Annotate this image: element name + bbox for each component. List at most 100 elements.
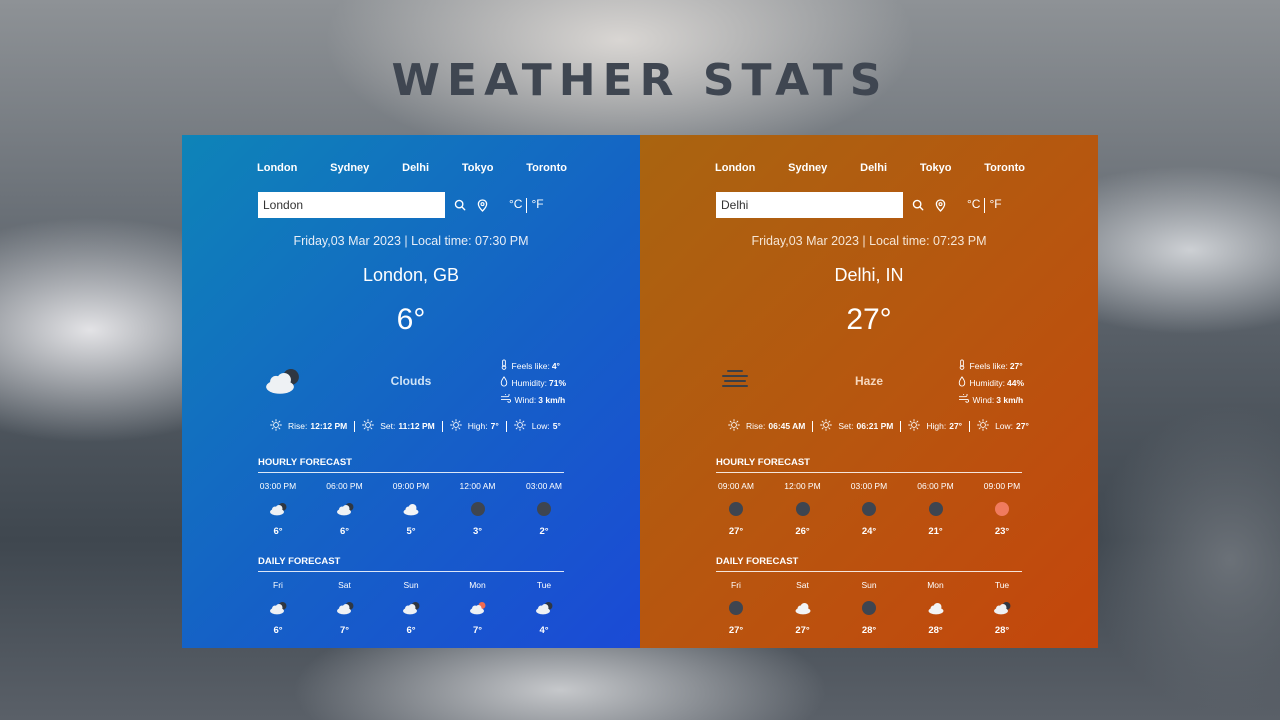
hourly-temp: 21° [928, 526, 943, 537]
location-pin-icon[interactable] [475, 198, 489, 212]
divider [441, 420, 443, 432]
low-item: Low: 5° [513, 419, 561, 433]
unit-toggle: °C °F [967, 197, 1002, 213]
city-link-sydney[interactable]: Sydney [788, 162, 827, 174]
daily-day: Fri [273, 580, 283, 590]
humidity-label: Humidity: [969, 377, 1005, 388]
hourly-forecast-title: HOURLY FORECAST [258, 457, 564, 473]
low-item: Low: 27° [977, 419, 1029, 433]
condition-label: Clouds [390, 374, 432, 388]
droplet-icon [958, 376, 970, 389]
low-temp-icon [513, 419, 532, 433]
city-link-toronto[interactable]: Toronto [526, 162, 567, 174]
date-time: Friday,03 Mar 2023 | Local time: 07:30 P… [293, 234, 529, 248]
set-label: Set: [380, 421, 396, 431]
high-value: 27° [949, 421, 963, 431]
daily-forecast-item: Fri 6° [258, 580, 298, 636]
rise-item: Rise: 06:45 AM [728, 419, 805, 433]
set-item: Set: 06:21 PM [820, 419, 893, 433]
location-name: London, GB [362, 265, 460, 285]
cloud-moon-icon [325, 596, 365, 620]
fahrenheit-button[interactable]: °F [989, 197, 1001, 211]
feels-like-value: 27° [1009, 360, 1023, 371]
dark-circle-icon [916, 497, 956, 521]
sun-and-range-row: Rise: 12:12 PM Set: 11:12 PM High: 7° Low: 5° [270, 419, 561, 433]
search-row: °C °F [258, 192, 544, 218]
high-item: High: 27° [908, 419, 962, 433]
cloud-moon-icon [258, 497, 298, 521]
high-label: High: [467, 421, 488, 431]
cloud-icon [783, 596, 823, 620]
hourly-temp: 2° [539, 526, 549, 537]
daily-forecast-item: Sun 6° [391, 580, 431, 636]
celsius-button[interactable]: °C [509, 197, 522, 211]
search-icon[interactable] [453, 198, 467, 212]
hourly-forecast-item: 12:00 AM 3° [458, 481, 498, 537]
dark-circle-icon [849, 497, 889, 521]
daily-day: Fri [731, 580, 741, 590]
hourly-temp: 24° [861, 526, 877, 537]
daily-temp: 4° [539, 625, 549, 636]
celsius-button[interactable]: °C [967, 197, 980, 211]
high-item: High: 7° [449, 419, 499, 433]
current-temperature: 27° [846, 303, 892, 336]
daily-forecast-item: Sat 7° [325, 580, 365, 636]
city-link-delhi[interactable]: Delhi [402, 162, 429, 174]
daily-forecast-title: DAILY FORECAST [716, 556, 1022, 572]
hourly-temp: 6° [339, 526, 350, 537]
hourly-time: 06:00 PM [917, 481, 954, 491]
city-link-tokyo[interactable]: Tokyo [462, 162, 494, 174]
date-time: Friday,03 Mar 2023 | Local time: 07:23 P… [751, 234, 987, 248]
weather-panel-orange: London Sydney Delhi Tokyo Toronto °C °F Friday,… [640, 135, 1098, 648]
weather-details: Feels like: 4° Humidity: 71% Wind: 3 km/h [500, 357, 566, 408]
daily-day: Tue [994, 580, 1010, 590]
fahrenheit-button[interactable]: °F [531, 197, 543, 211]
red-circle-icon [982, 497, 1022, 521]
dark-circle-icon [716, 497, 756, 521]
rise-item: Rise: 12:12 PM [270, 419, 347, 433]
set-value: 11:12 PM [398, 421, 435, 431]
city-link-sydney[interactable]: Sydney [330, 162, 369, 174]
unit-divider [984, 197, 986, 213]
daily-forecast-row: Fri 6° Sat 7° Sun 6° Mon 7° Tue 4° [258, 580, 564, 636]
low-temp-icon [977, 419, 995, 433]
hourly-time: 03:00 PM [259, 481, 297, 491]
search-input[interactable] [258, 192, 445, 218]
divider [812, 420, 814, 432]
cloud-icon [916, 596, 956, 620]
sun-and-range-row: Rise: 06:45 AM Set: 06:21 PM High: 27° Low: 27° [728, 419, 1029, 433]
set-item: Set: 11:12 PM [362, 419, 435, 433]
dark-circle-icon [716, 596, 756, 620]
wind-label: Wind: [972, 394, 995, 405]
wind-label: Wind: [514, 394, 537, 405]
city-link-toronto[interactable]: Toronto [984, 162, 1025, 174]
hourly-forecast-item: 09:00 PM 23° [982, 481, 1022, 537]
sunset-icon [362, 419, 380, 433]
feels-like-label: Feels like: [511, 360, 550, 371]
daily-temp: 27° [795, 625, 810, 636]
city-link-london[interactable]: London [257, 162, 297, 174]
set-label: Set: [838, 421, 854, 431]
daily-temp: 28° [928, 625, 943, 636]
hourly-forecast-item: 09:00 PM 5° [391, 481, 431, 537]
search-input[interactable] [716, 192, 903, 218]
cloud-moon-icon [524, 596, 564, 620]
thermometer-icon [958, 359, 970, 372]
daily-forecast-title: DAILY FORECAST [258, 556, 564, 572]
city-link-delhi[interactable]: Delhi [860, 162, 887, 174]
dark-circle-icon [849, 596, 889, 620]
divider [969, 420, 971, 432]
wind-value: 3 km/h [538, 394, 566, 405]
hourly-temp: 5° [406, 526, 416, 537]
dark-circle-icon [783, 497, 823, 521]
hourly-forecast-item: 09:00 AM 27° [716, 481, 756, 537]
city-link-london[interactable]: London [715, 162, 755, 174]
hourly-forecast-item: 03:00 PM 6° [258, 481, 298, 537]
location-pin-icon[interactable] [933, 198, 947, 212]
search-icon[interactable] [911, 198, 925, 212]
high-label: High: [926, 421, 947, 431]
city-link-tokyo[interactable]: Tokyo [920, 162, 952, 174]
cloud-icon [391, 497, 431, 521]
feels-like-label: Feels like: [969, 360, 1008, 371]
daily-day: Tue [536, 580, 552, 590]
